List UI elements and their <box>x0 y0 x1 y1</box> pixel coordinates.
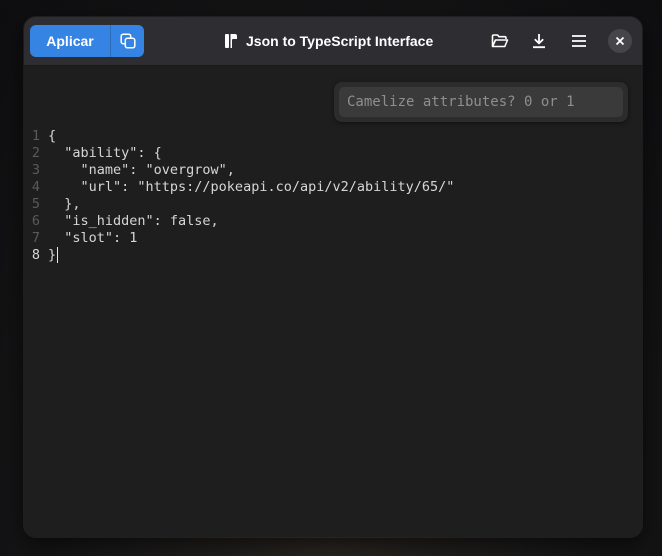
app-window: Aplicar Json to TypeScript Interface Cam… <box>24 17 642 537</box>
camelize-popover <box>334 82 628 122</box>
window-title-area: Json to TypeScript Interface <box>224 17 433 65</box>
desktop-background: Aplicar Json to TypeScript Interface Cam… <box>0 0 662 556</box>
apply-button-group: Aplicar <box>30 25 144 57</box>
line-number: 6 <box>31 213 40 229</box>
hamburger-menu-icon <box>572 35 586 47</box>
copy-button[interactable] <box>111 25 144 57</box>
line-number: 7 <box>31 230 40 246</box>
close-icon <box>615 36 625 46</box>
line-number: 2 <box>31 145 40 161</box>
line-code: } <box>48 247 57 263</box>
line-number: 4 <box>31 179 40 195</box>
editor-line: 5 }, <box>24 196 624 213</box>
editor-line: 1{ <box>24 128 624 145</box>
line-code: "name": "overgrow", <box>48 162 235 178</box>
line-code: "url": "https://pokeapi.co/api/v2/abilit… <box>48 179 455 195</box>
text-cursor <box>57 247 59 263</box>
code-editor[interactable]: 1{ 2 "ability": { 3 "name": "overgrow", … <box>24 128 624 264</box>
editor-line: 2 "ability": { <box>24 145 624 162</box>
window-title: Json to TypeScript Interface <box>246 33 434 49</box>
main-menu-button[interactable] <box>563 25 595 57</box>
editor-line: 8} <box>24 247 624 264</box>
line-code: "slot": 1 <box>48 230 138 246</box>
line-number-current: 8 <box>31 247 40 263</box>
download-icon <box>533 34 545 49</box>
line-number: 5 <box>31 196 40 212</box>
open-file-button[interactable] <box>484 25 516 57</box>
line-code: }, <box>48 196 81 212</box>
line-code: "ability": { <box>48 145 162 161</box>
app-logo-icon <box>225 34 237 48</box>
header-bar: Aplicar Json to TypeScript Interface <box>24 17 642 66</box>
content-area: 1{ 2 "ability": { 3 "name": "overgrow", … <box>24 66 642 537</box>
folder-open-icon <box>491 34 509 48</box>
copy-icon <box>119 33 136 49</box>
line-code: "is_hidden": false, <box>48 213 219 229</box>
line-number: 1 <box>31 128 40 144</box>
editor-line: 7 "slot": 1 <box>24 230 624 247</box>
download-button[interactable] <box>523 25 555 57</box>
camelize-input[interactable] <box>339 94 617 110</box>
camelize-field-box <box>339 87 623 117</box>
editor-line: 3 "name": "overgrow", <box>24 162 624 179</box>
apply-button[interactable]: Aplicar <box>30 25 110 57</box>
line-number: 3 <box>31 162 40 178</box>
editor-line: 6 "is_hidden": false, <box>24 213 624 230</box>
editor-line: 4 "url": "https://pokeapi.co/api/v2/abil… <box>24 179 624 196</box>
line-code: { <box>48 128 57 144</box>
close-button[interactable] <box>608 29 632 53</box>
